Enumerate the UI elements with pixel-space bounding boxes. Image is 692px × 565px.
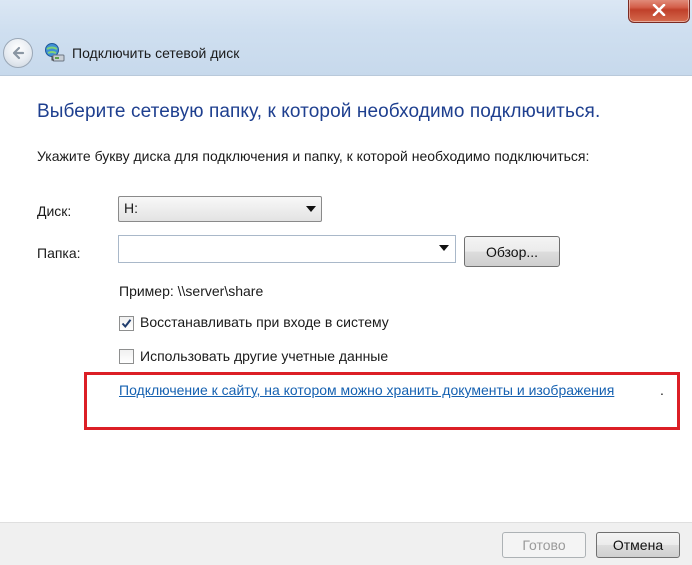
connect-website-link[interactable]: Подключение к сайту, на котором можно хр… (119, 382, 614, 398)
other-credentials-label[interactable]: Использовать другие учетные данные (140, 348, 388, 364)
title-bar: Подключить сетевой диск (0, 0, 692, 75)
wizard-content: Выберите сетевую папку, к которой необхо… (0, 75, 692, 523)
page-heading: Выберите сетевую папку, к которой необхо… (37, 101, 601, 122)
folder-label: Папка: (37, 245, 81, 261)
drive-select[interactable]: H: (118, 196, 322, 222)
footer-bar: Готово Отмена (0, 522, 692, 565)
network-drive-icon (45, 43, 65, 62)
back-button[interactable] (3, 38, 33, 68)
close-button[interactable] (628, 0, 690, 23)
reconnect-label[interactable]: Восстанавливать при входе в систему (140, 314, 389, 330)
back-arrow-icon (12, 46, 25, 60)
browse-button[interactable]: Обзор... (464, 236, 560, 267)
cancel-button[interactable]: Отмена (596, 532, 680, 558)
done-button[interactable]: Готово (502, 532, 586, 558)
drive-select-value: H: (124, 200, 138, 216)
link-period: . (660, 382, 664, 398)
window-title: Подключить сетевой диск (72, 45, 240, 61)
chevron-down-icon (306, 206, 316, 212)
drive-label: Диск: (37, 203, 72, 219)
close-icon (652, 4, 666, 16)
example-text: Пример: \\server\share (119, 283, 264, 299)
other-credentials-checkbox[interactable] (119, 349, 134, 364)
chevron-down-icon[interactable] (439, 245, 449, 251)
checkmark-icon (121, 319, 132, 329)
folder-combobox[interactable] (118, 235, 456, 263)
reconnect-checkbox[interactable] (119, 316, 134, 331)
highlight-box (84, 372, 680, 430)
instruction-text: Укажите букву диска для подключения и па… (37, 148, 590, 164)
